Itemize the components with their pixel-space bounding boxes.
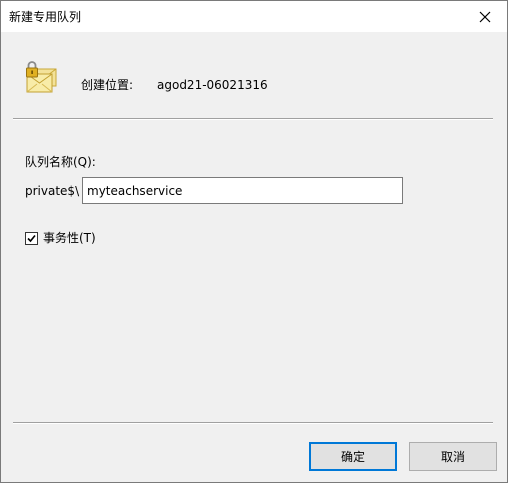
message-queue-lock-icon xyxy=(24,60,58,94)
dialog-window: 新建专用队列 创建位置: agod21-06021316 队列名称(Q): pr xyxy=(0,0,508,483)
queue-prefix-label: private$\ xyxy=(25,184,80,198)
window-title: 新建专用队列 xyxy=(9,10,82,24)
location-label: 创建位置: xyxy=(81,78,134,92)
cancel-button[interactable]: 取消 xyxy=(409,442,497,471)
queue-name-label: 队列名称(Q): xyxy=(25,155,96,169)
close-button[interactable] xyxy=(463,1,507,32)
transactional-label: 事务性(T) xyxy=(43,231,96,245)
title-bar[interactable]: 新建专用队列 xyxy=(1,1,507,32)
transactional-checkbox[interactable] xyxy=(25,231,38,245)
ok-button[interactable]: 确定 xyxy=(309,442,397,471)
location-value: agod21-06021316 xyxy=(157,78,268,92)
checkmark-icon xyxy=(27,234,36,242)
ok-button-label: 确定 xyxy=(340,450,365,464)
close-icon xyxy=(479,11,491,22)
separator-top xyxy=(13,118,493,120)
separator-bottom xyxy=(13,422,493,424)
queue-name-input[interactable] xyxy=(82,177,403,204)
transactional-option[interactable]: 事务性(T) xyxy=(25,230,96,246)
cancel-button-label: 取消 xyxy=(440,450,465,464)
